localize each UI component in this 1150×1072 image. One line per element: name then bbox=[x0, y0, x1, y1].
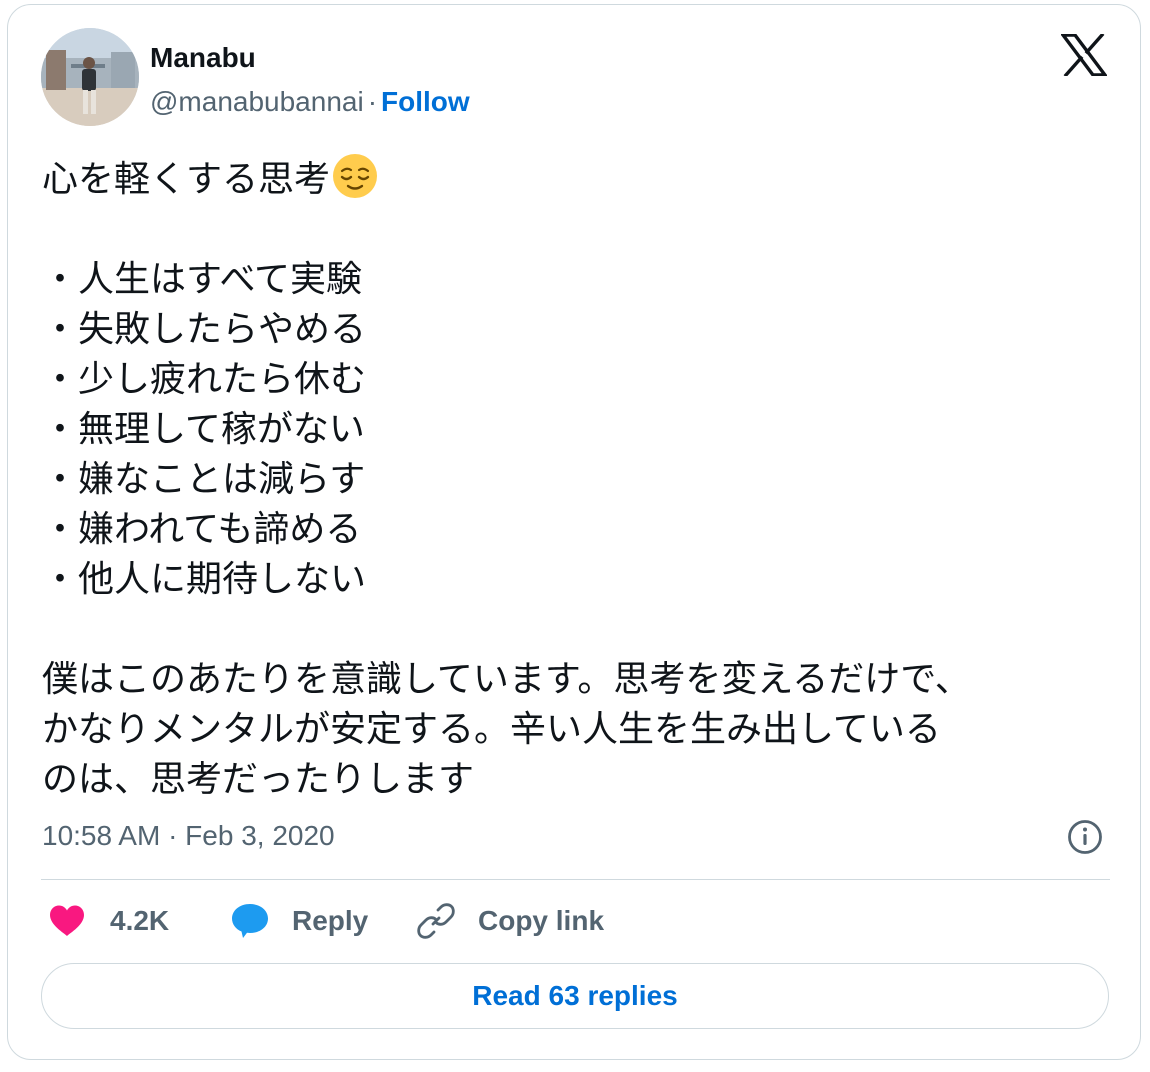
avatar-photo bbox=[41, 28, 139, 126]
follow-link[interactable]: Follow bbox=[381, 86, 470, 117]
bullet-item: ・失敗したらやめる bbox=[42, 309, 367, 350]
tweet-body: 僕はこのあたりを意識しています。思考を変えるだけで、 かなりメンタルが安定する。… bbox=[42, 659, 971, 800]
info-icon[interactable] bbox=[1067, 819, 1103, 855]
bullet-item: ・他人に期待しない bbox=[42, 559, 367, 600]
reply-label: Reply bbox=[292, 905, 369, 936]
reply-button[interactable]: Reply bbox=[230, 901, 368, 941]
separator-dot: · bbox=[367, 86, 378, 117]
read-replies-button[interactable]: Read 63 replies bbox=[41, 963, 1109, 1029]
bullet-item: ・無理して稼がない bbox=[42, 409, 365, 450]
author-handle-line: @manabubannai · Follow bbox=[150, 85, 470, 119]
divider bbox=[41, 879, 1110, 880]
link-icon bbox=[417, 903, 455, 939]
timestamp[interactable]: 10:58 AM · Feb 3, 2020 bbox=[42, 819, 335, 853]
avatar[interactable] bbox=[41, 28, 139, 126]
author-name[interactable]: Manabu bbox=[150, 41, 256, 75]
bullet-item: ・嫌なことは減らす bbox=[42, 459, 366, 500]
bullet-item: ・嫌われても諦める bbox=[42, 509, 362, 550]
speech-bubble-icon bbox=[232, 904, 268, 938]
like-button[interactable]: 4.2K bbox=[48, 901, 169, 941]
bullet-item: ・少し疲れたら休む bbox=[42, 359, 367, 400]
bullet-item: ・人生はすべて実験 bbox=[42, 259, 363, 300]
tweet-card: Manabu @manabubannai · Follow 心を軽くする思考 ・人生… bbox=[7, 4, 1141, 1060]
like-count: 4.2K bbox=[110, 905, 170, 936]
copy-link-label: Copy link bbox=[478, 905, 605, 936]
x-logo-icon[interactable] bbox=[1061, 34, 1107, 76]
heart-icon bbox=[50, 905, 84, 936]
copy-link-button[interactable]: Copy link bbox=[416, 901, 604, 941]
relieved-face-emoji-icon bbox=[333, 154, 378, 198]
author-handle[interactable]: @manabubannai bbox=[150, 86, 364, 117]
tweet-text: 心を軽くする思考 ・人生はすべて実験 ・失敗したらやめる ・少し疲れたら休む ・… bbox=[42, 153, 1122, 805]
tweet-title: 心を軽くする思考 bbox=[42, 159, 331, 200]
